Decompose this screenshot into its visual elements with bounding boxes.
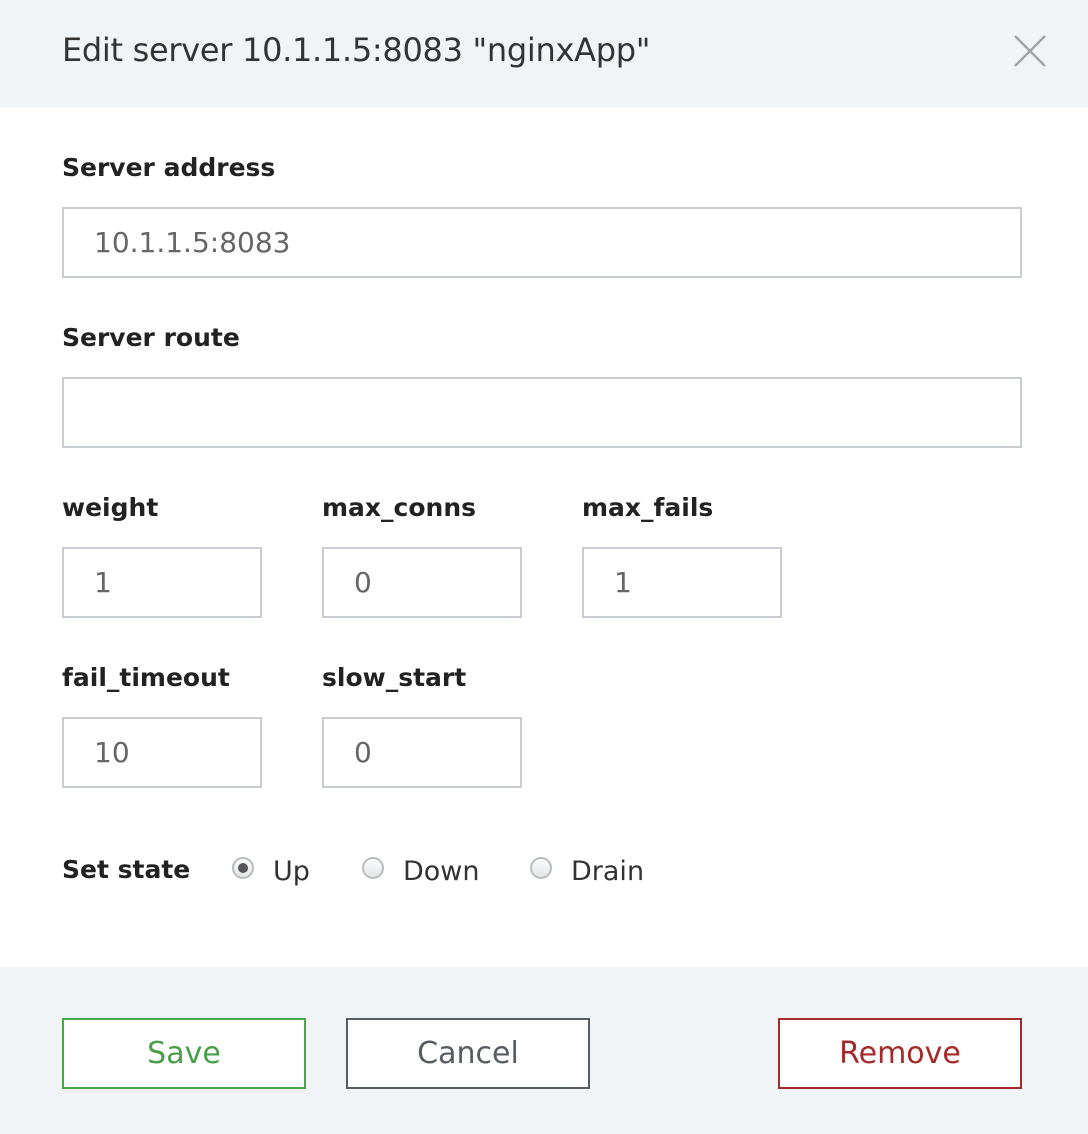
server-route-label: Server route xyxy=(62,323,240,352)
server-address-label: Server address xyxy=(62,153,276,182)
state-option-label: Drain xyxy=(571,855,645,887)
max-fails-input[interactable] xyxy=(582,547,782,618)
slow-start-label: slow_start xyxy=(322,663,467,692)
set-state-label: Set state xyxy=(62,855,191,884)
dialog-footer: Save Cancel Remove xyxy=(0,967,1088,1134)
state-radio-down[interactable]: Down xyxy=(362,851,480,891)
max-fails-label: max_fails xyxy=(582,493,714,522)
max-conns-input[interactable] xyxy=(322,547,522,618)
state-radio-drain[interactable]: Drain xyxy=(530,851,644,891)
server-route-input[interactable] xyxy=(62,377,1022,448)
dialog-title: Edit server 10.1.1.5:8083 "nginxApp" xyxy=(62,31,651,69)
radio-unchecked-icon xyxy=(530,857,552,879)
state-option-label: Up xyxy=(273,855,310,887)
dialog-header: Edit server 10.1.1.5:8083 "nginxApp" xyxy=(0,0,1088,107)
edit-server-dialog: Edit server 10.1.1.5:8083 "nginxApp" Ser… xyxy=(0,0,1088,1134)
fail-timeout-input[interactable] xyxy=(62,717,262,788)
state-option-label: Down xyxy=(403,855,480,887)
weight-input[interactable] xyxy=(62,547,262,618)
close-icon[interactable] xyxy=(1011,32,1049,70)
cancel-button[interactable]: Cancel xyxy=(346,1018,590,1089)
radio-checked-icon xyxy=(232,857,254,879)
max-conns-label: max_conns xyxy=(322,493,477,522)
weight-label: weight xyxy=(62,493,159,522)
slow-start-input[interactable] xyxy=(322,717,522,788)
save-button[interactable]: Save xyxy=(62,1018,306,1089)
radio-unchecked-icon xyxy=(362,857,384,879)
fail-timeout-label: fail_timeout xyxy=(62,663,230,692)
remove-button[interactable]: Remove xyxy=(778,1018,1022,1089)
state-radio-up[interactable]: Up xyxy=(232,851,310,891)
server-address-input[interactable] xyxy=(62,207,1022,278)
